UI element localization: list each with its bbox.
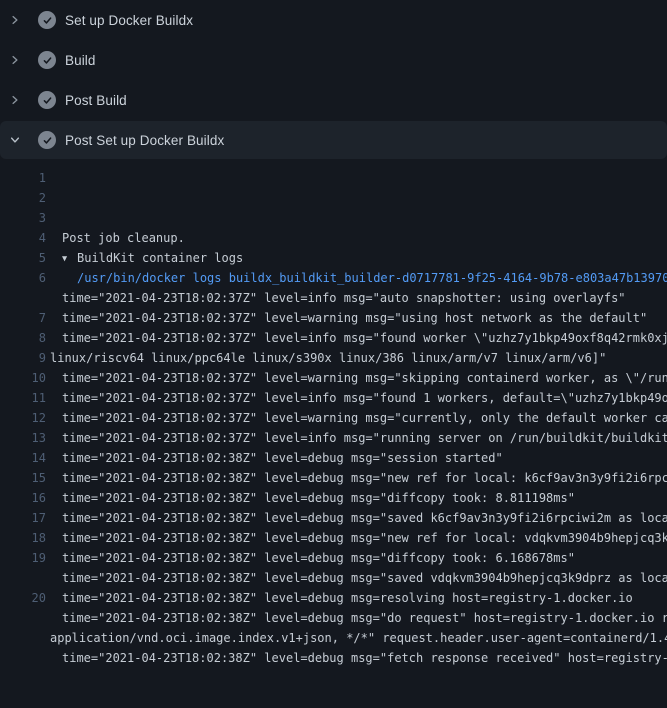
log-line-number[interactable]: 14 <box>0 448 46 468</box>
log-line: 12 ▼time="2021-04-23T18:02:38Z" level=de… <box>0 408 667 428</box>
log-line: 7 ▼time="2021-04-23T18:02:37Z" level=war… <box>0 308 667 328</box>
log-line-number[interactable]: 6 <box>0 268 46 288</box>
log-line: 8 ▼time="2021-04-23T18:02:37Z" level=inf… <box>0 328 667 348</box>
check-circle-icon <box>38 11 56 29</box>
step-section-label: Build <box>65 53 96 68</box>
log-line-number[interactable]: 3 <box>0 208 46 228</box>
log-line-message: time="2021-04-23T18:02:38Z" level=debug … <box>62 651 667 665</box>
log-line-message: time="2021-04-23T18:02:38Z" level=debug … <box>62 611 667 625</box>
log-line-text: ▼application/vnd.oci.image.index.v1+json… <box>50 628 667 648</box>
log-line-number[interactable]: 4 <box>0 228 46 248</box>
log-line-text: ▼time="2021-04-23T18:02:38Z" level=debug… <box>62 608 667 628</box>
log-line-number[interactable]: 7 <box>0 308 46 328</box>
chevron-down-icon <box>8 133 22 147</box>
log-line-number[interactable]: 5 <box>0 248 46 268</box>
log-line: 15 ▼time="2021-04-23T18:02:38Z" level=de… <box>0 468 667 488</box>
log-line-number[interactable]: 16 <box>0 488 46 508</box>
log-line-number[interactable]: 17 <box>0 508 46 528</box>
step-section-header[interactable]: Post Build <box>0 80 667 120</box>
log-line-number[interactable]: 11 <box>0 388 46 408</box>
log-line-number[interactable]: 15 <box>0 468 46 488</box>
step-section-label: Post Set up Docker Buildx <box>65 133 224 148</box>
step-section-header[interactable]: Post Set up Docker Buildx <box>0 121 667 159</box>
chevron-right-icon <box>8 93 22 107</box>
log-line: 14 ▼time="2021-04-23T18:02:38Z" level=de… <box>0 448 667 468</box>
log-line-number[interactable]: 13 <box>0 428 46 448</box>
log-line: 6 ▼time="2021-04-23T18:02:37Z" level=inf… <box>0 268 667 288</box>
log-line: 1 ▼Post job cleanup. <box>0 168 667 188</box>
log-line: 2 ▼BuildKit container logs <box>0 188 667 208</box>
log-line: 18 ▼time="2021-04-23T18:02:38Z" level=de… <box>0 528 667 548</box>
step-section-header[interactable]: Build <box>0 40 667 80</box>
log-line-number[interactable]: 1 <box>0 168 46 188</box>
chevron-right-icon <box>8 53 22 67</box>
log-line: ▼linux/riscv64 linux/ppc64le linux/s390x… <box>0 288 667 308</box>
log-line-text: ▼time="2021-04-23T18:02:38Z" level=debug… <box>62 648 667 668</box>
step-section-label: Post Build <box>65 93 127 108</box>
log-line-number[interactable]: 10 <box>0 368 46 388</box>
log-line-number[interactable]: 20 <box>0 588 46 608</box>
log-line: 11 ▼time="2021-04-23T18:02:38Z" level=de… <box>0 388 667 408</box>
log-line-message: application/vnd.oci.image.index.v1+json,… <box>50 631 667 645</box>
log-line-number[interactable]: 8 <box>0 328 46 348</box>
log-line: 5 ▼time="2021-04-23T18:02:37Z" level=war… <box>0 248 667 268</box>
log-line-number[interactable]: 9 <box>0 348 46 368</box>
log-line: 17 ▼time="2021-04-23T18:02:38Z" level=de… <box>0 508 667 528</box>
log-line: 13 ▼time="2021-04-23T18:02:38Z" level=de… <box>0 428 667 448</box>
log-line-number[interactable]: 2 <box>0 188 46 208</box>
step-sections-list: Set up Docker Buildx Build Post Build <box>0 0 667 159</box>
chevron-right-icon <box>8 13 22 27</box>
log-line: 16 ▼time="2021-04-23T18:02:38Z" level=de… <box>0 488 667 508</box>
log-line: ▼application/vnd.oci.image.index.v1+json… <box>0 568 667 588</box>
check-circle-icon <box>38 131 56 149</box>
log-line: 4 ▼time="2021-04-23T18:02:37Z" level=inf… <box>0 228 667 248</box>
check-circle-icon <box>38 51 56 69</box>
log-viewer: 1 ▼Post job cleanup. 2 ▼BuildKit contain… <box>0 159 667 608</box>
log-line-number[interactable]: 18 <box>0 528 46 548</box>
log-line: 20 ▼time="2021-04-23T18:02:38Z" level=de… <box>0 588 667 608</box>
step-section-label: Set up Docker Buildx <box>65 13 193 28</box>
log-line-number[interactable]: 19 <box>0 548 46 568</box>
log-line: 9 ▼time="2021-04-23T18:02:37Z" level=war… <box>0 348 667 368</box>
log-line: 3 ▼/usr/bin/docker logs buildx_buildkit_… <box>0 208 667 228</box>
step-section-header[interactable]: Set up Docker Buildx <box>0 0 667 40</box>
check-circle-icon <box>38 91 56 109</box>
log-line: 10 ▼time="2021-04-23T18:02:37Z" level=in… <box>0 368 667 388</box>
log-line-number[interactable]: 12 <box>0 408 46 428</box>
log-line: 19 ▼time="2021-04-23T18:02:38Z" level=de… <box>0 548 667 568</box>
